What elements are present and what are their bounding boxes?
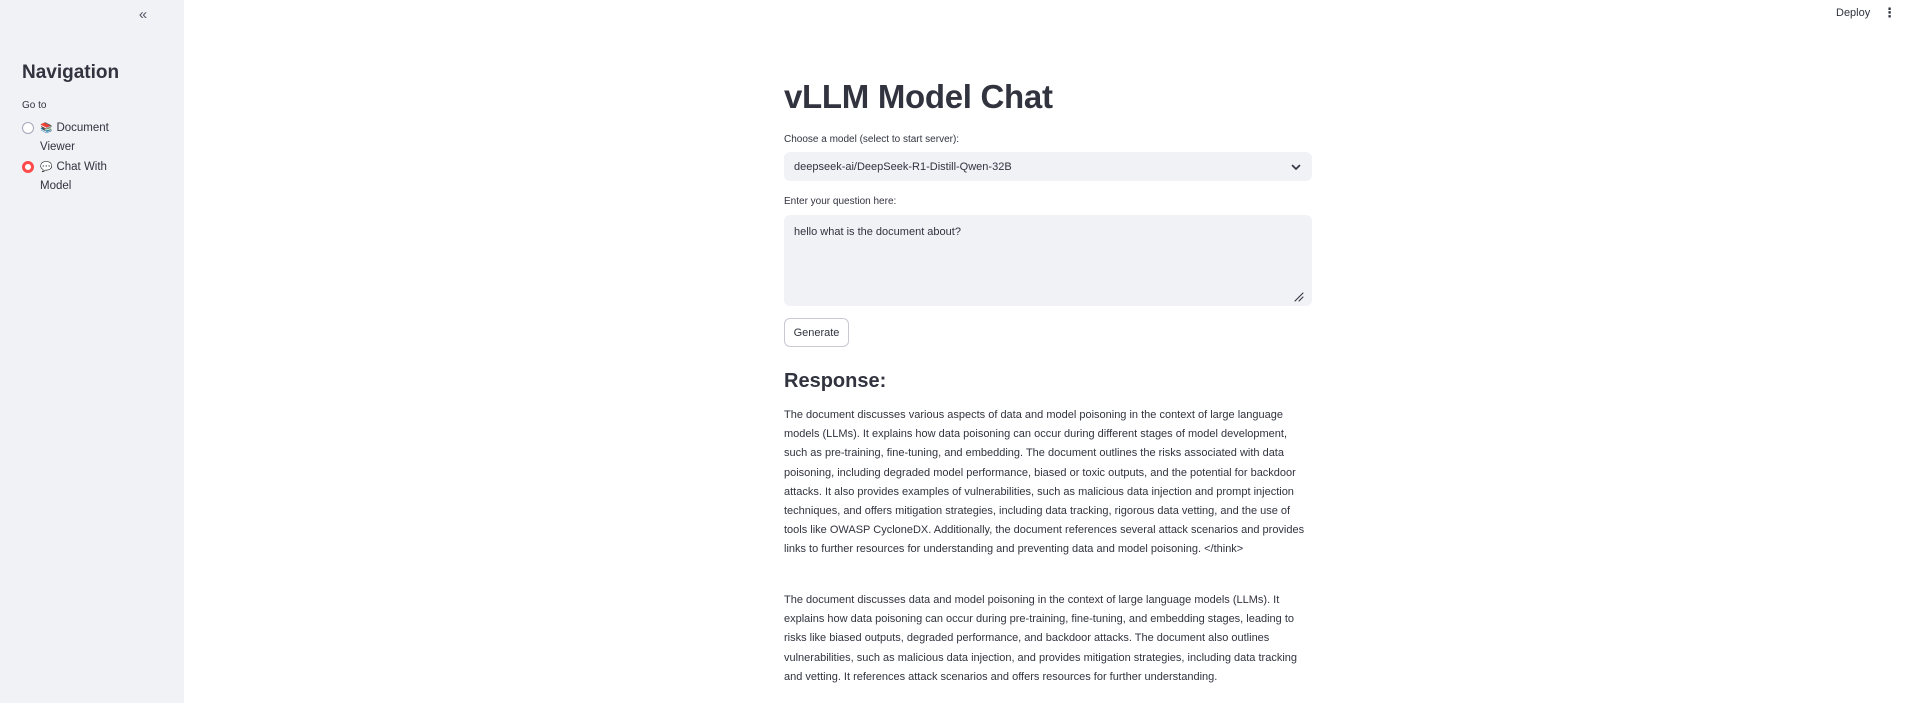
more-options-icon[interactable]: ⋮ (1883, 6, 1896, 20)
chevron-down-icon (1291, 164, 1301, 170)
speech-bubble-icon: 💬 (40, 162, 53, 173)
model-select-label: Choose a model (select to start server): (784, 134, 960, 145)
deploy-button[interactable]: Deploy (1836, 7, 1870, 19)
page-title: vLLM Model Chat (784, 78, 1053, 115)
radio-button-selected[interactable] (22, 161, 34, 173)
generate-button[interactable]: Generate (784, 318, 849, 347)
model-select[interactable]: deepseek-ai/DeepSeek-R1-Distill-Qwen-32B (784, 152, 1312, 181)
radio-button-unselected[interactable] (22, 122, 34, 134)
nav-option-chat-with-model[interactable]: 💬 Chat With Model (22, 158, 172, 196)
sidebar: « Navigation Go to 📚 Document Viewer 💬 Cha… (0, 0, 184, 703)
radio-group-label: Go to (22, 100, 47, 111)
collapse-sidebar-icon[interactable]: « (134, 6, 152, 24)
response-paragraph: The document discusses data and model po… (784, 594, 1297, 683)
model-select-value: deepseek-ai/DeepSeek-R1-Distill-Qwen-32B (794, 160, 1012, 173)
nav-option-document-viewer[interactable]: 📚 Document Viewer (22, 119, 172, 157)
response-heading: Response: (784, 370, 887, 392)
question-textarea[interactable]: hello what is the document about? (784, 215, 1312, 306)
books-icon: 📚 (40, 123, 53, 134)
response-paragraph: The document discusses various aspects o… (784, 409, 1305, 556)
sidebar-title: Navigation (22, 62, 120, 83)
resize-handle-icon[interactable] (1294, 292, 1304, 302)
question-label: Enter your question here: (784, 196, 897, 207)
